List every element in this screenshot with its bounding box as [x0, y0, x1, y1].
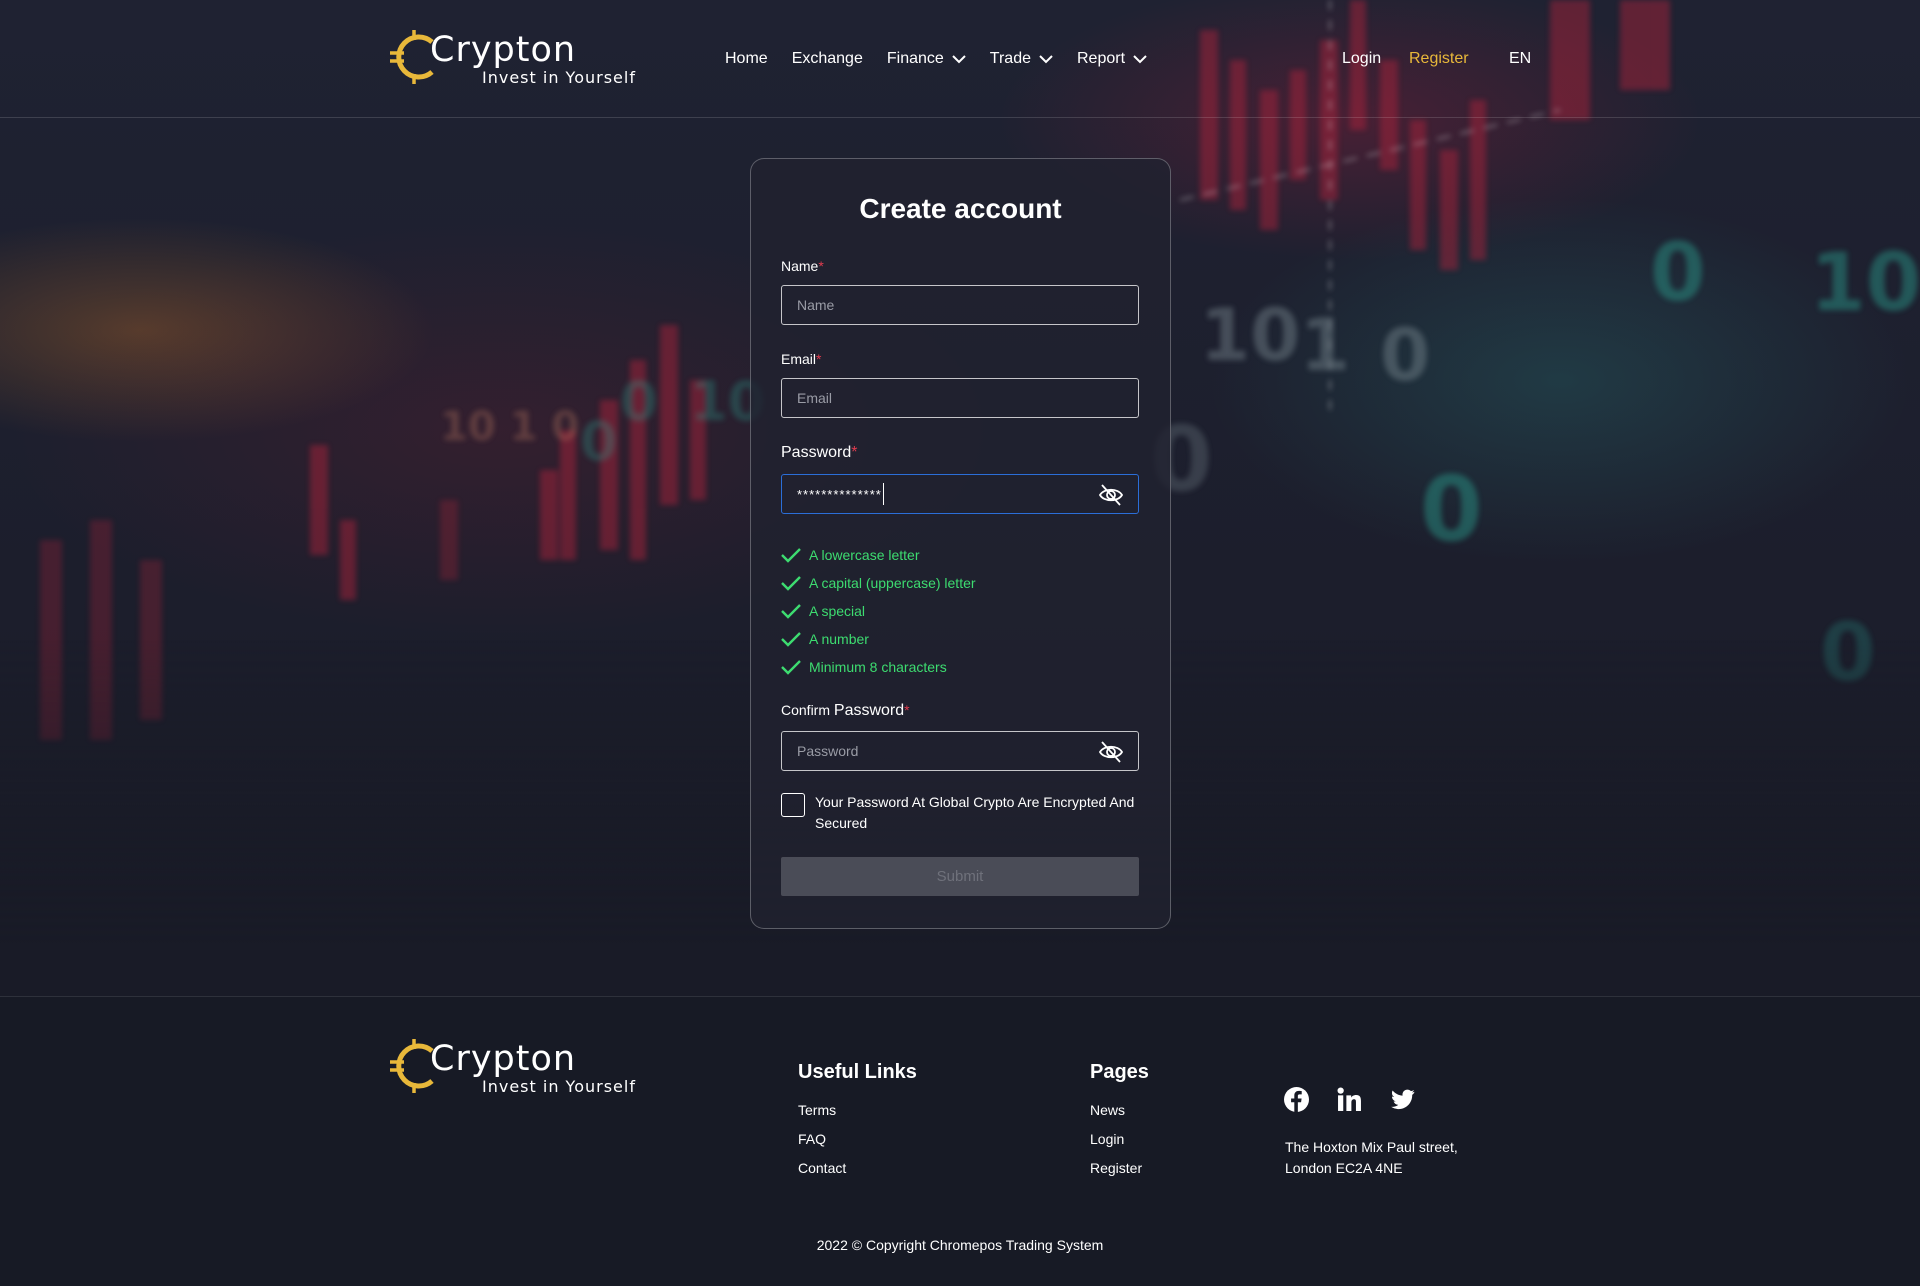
brand-name: Crypton — [430, 1038, 577, 1079]
svg-text:10: 10 — [1810, 236, 1920, 329]
nav-exchange-label: Exchange — [791, 50, 863, 67]
login-link[interactable]: Login — [1342, 50, 1381, 68]
language-selector[interactable]: EN — [1509, 50, 1531, 68]
password-rules: A lowercase letter A capital (uppercase)… — [781, 541, 976, 681]
svg-text:0: 0 — [620, 370, 658, 433]
nav-exchange[interactable]: Exchange — [792, 50, 863, 68]
rule-min-length: Minimum 8 characters — [781, 653, 976, 681]
password-label-text: Password — [781, 444, 852, 461]
footer-link-register[interactable]: Register — [1090, 1160, 1149, 1189]
nav-report-dropdown[interactable]: Report — [1077, 50, 1147, 68]
confirm-label-main: Password — [833, 702, 905, 719]
required-mark: * — [904, 702, 910, 718]
rule-text: A number — [809, 631, 869, 647]
checkmark-icon — [781, 548, 801, 563]
footer-brand-logo[interactable]: Crypton Invest in Yourself — [390, 1037, 635, 1096]
svg-text:1: 1 — [1300, 303, 1350, 387]
brand-logo[interactable]: Crypton Invest in Yourself — [390, 28, 635, 87]
nav-finance-dropdown[interactable]: Finance — [887, 50, 966, 68]
footer-link-terms[interactable]: Terms — [798, 1102, 917, 1131]
consent-text: Your Password At Global Crypto Are Encry… — [815, 794, 1135, 831]
pages-column: Pages News Login Register — [1090, 1061, 1149, 1189]
register-link[interactable]: Register — [1409, 50, 1469, 68]
nav-trade-label: Trade — [989, 50, 1031, 67]
required-mark: * — [818, 258, 824, 274]
nav-report-label: Report — [1076, 50, 1126, 67]
form-title: Create account — [859, 193, 1062, 224]
rule-text: Minimum 8 characters — [809, 659, 947, 675]
eye-off-icon[interactable] — [1098, 739, 1124, 765]
create-account-card: Create account Name* Email* Password* **… — [750, 158, 1171, 929]
checkmark-icon — [781, 604, 801, 619]
rule-number: A number — [781, 625, 976, 653]
password-label: Password* — [781, 444, 857, 462]
footer-link-faq[interactable]: FAQ — [798, 1131, 917, 1160]
svg-text:0: 0 — [1420, 457, 1483, 562]
brand-name: Crypton — [430, 29, 577, 70]
site-header: Crypton Invest in Yourself Home Exchange… — [0, 0, 1920, 118]
required-mark: * — [851, 444, 858, 461]
email-input[interactable] — [797, 390, 1123, 406]
confirm-label-prefix: Confirm — [781, 702, 831, 718]
address-line-1: The Hoxton Mix Paul street, — [1285, 1139, 1458, 1155]
nav-trade-dropdown[interactable]: Trade — [990, 50, 1053, 68]
rule-special: A special — [781, 597, 976, 625]
useful-links-heading: Useful Links — [798, 1061, 917, 1083]
nav-finance-label: Finance — [886, 50, 944, 67]
confirm-password-input[interactable] — [797, 743, 1123, 759]
footer-link-contact[interactable]: Contact — [798, 1160, 917, 1189]
confirm-password-label: Confirm Password* — [781, 702, 910, 720]
footer-link-news[interactable]: News — [1090, 1102, 1149, 1131]
rule-text: A lowercase letter — [809, 547, 920, 563]
eye-off-icon[interactable] — [1098, 482, 1124, 508]
company-address: The Hoxton Mix Paul street, London EC2A … — [1285, 1137, 1458, 1179]
rule-lowercase: A lowercase letter — [781, 541, 976, 569]
useful-links-column: Useful Links Terms FAQ Contact — [798, 1061, 917, 1189]
svg-text:0: 0 — [1380, 313, 1430, 397]
email-label-text: Email — [781, 351, 817, 367]
facebook-icon[interactable] — [1284, 1087, 1309, 1112]
brand-tagline: Invest in Yourself — [482, 68, 636, 87]
social-links — [1284, 1087, 1415, 1112]
email-label: Email* — [781, 351, 821, 367]
chevron-down-icon — [1039, 54, 1053, 63]
consent-checkbox[interactable] — [781, 793, 805, 817]
rule-text: A special — [809, 603, 866, 619]
main-nav: Home Exchange Finance Trade Report — [725, 50, 1147, 68]
name-label-text: Name — [781, 258, 819, 274]
chevron-down-icon — [1133, 54, 1147, 63]
linkedin-icon[interactable] — [1337, 1087, 1362, 1112]
password-value: ************** — [797, 486, 882, 502]
twitter-icon[interactable] — [1390, 1087, 1415, 1112]
rule-uppercase: A capital (uppercase) letter — [781, 569, 976, 597]
name-field[interactable] — [781, 285, 1139, 325]
nav-home-label: Home — [725, 50, 768, 67]
chevron-down-icon — [952, 54, 966, 63]
svg-text:10: 10 — [1200, 293, 1300, 377]
pages-heading: Pages — [1090, 1061, 1149, 1083]
svg-text:0: 0 — [580, 410, 618, 473]
submit-button[interactable]: Submit — [781, 857, 1139, 896]
rule-text: A capital (uppercase) letter — [809, 575, 976, 591]
checkmark-icon — [781, 660, 801, 675]
copyright-text: 2022 © Copyright Chromepos Trading Syste… — [816, 1237, 1104, 1253]
required-mark: * — [816, 351, 822, 367]
name-input[interactable] — [797, 297, 1123, 313]
consent-row: Your Password At Global Crypto Are Encry… — [781, 792, 1141, 834]
email-field[interactable] — [781, 378, 1139, 418]
checkmark-icon — [781, 576, 801, 591]
password-field[interactable]: ************** — [781, 474, 1139, 514]
svg-text:0: 0 — [1650, 226, 1706, 319]
confirm-password-field[interactable] — [781, 731, 1139, 771]
footer-link-login[interactable]: Login — [1090, 1131, 1149, 1160]
nav-home[interactable]: Home — [725, 50, 768, 68]
checkmark-icon — [781, 632, 801, 647]
brand-tagline: Invest in Yourself — [482, 1077, 636, 1096]
svg-text:10 1 0: 10 1 0 — [440, 404, 579, 450]
name-label: Name* — [781, 258, 824, 274]
text-caret — [882, 483, 884, 505]
site-footer: Crypton Invest in Yourself Useful Links … — [0, 996, 1920, 1286]
address-line-2: London EC2A 4NE — [1285, 1160, 1403, 1176]
